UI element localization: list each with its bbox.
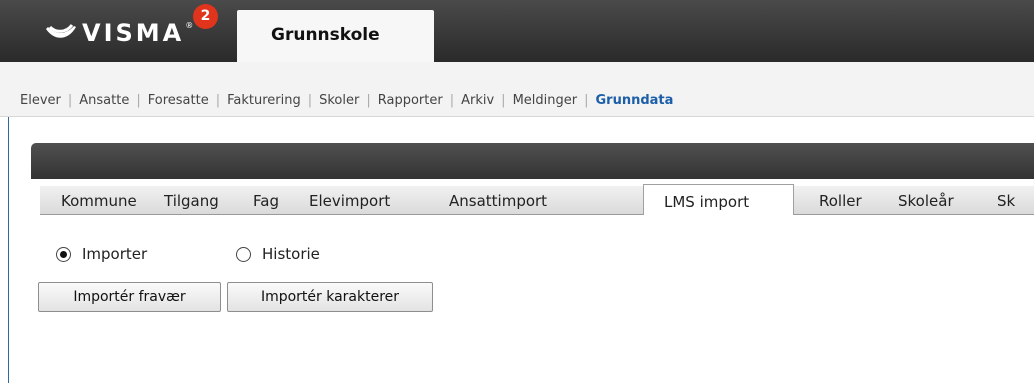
main-nav-separator: | [136,93,141,108]
main-nav-item-arkiv[interactable]: Arkiv [461,93,494,108]
main-nav-item-fakturering[interactable]: Fakturering [227,93,301,108]
import-absence-button[interactable]: Importér fravær [38,282,221,312]
visma-swoosh-icon [46,24,76,38]
app-tab-label: Grunnskole [271,25,380,45]
logo-registered-mark: ® [185,20,194,30]
main-nav-separator: | [67,93,73,108]
top-bar: VISMA ® 2 Grunnskole [0,0,1034,62]
section-header-bar [31,143,1034,179]
import-grades-button[interactable]: Importér karakterer [227,282,433,312]
app-tab-grunnskole[interactable]: Grunnskole [237,10,434,62]
tab-fag[interactable]: Fag [253,192,279,210]
main-nav-items: Elever | Ansatte | Foresatte | Fakturering | Sko… [20,93,673,108]
tab-sk[interactable]: Sk [997,192,1015,210]
radio-historie[interactable]: Historie [236,245,320,263]
main-nav-item-foresatte[interactable]: Foresatte [148,93,209,108]
main-nav-separator: | [501,93,506,108]
main-nav: Elever | Ansatte | Foresatte | Fakturering | Sko… [0,62,1034,117]
main-nav-item-meldinger[interactable]: Meldinger [513,93,578,108]
radio-historie-label: Historie [262,245,320,263]
radio-importer-label: Importer [82,245,148,263]
radio-importer-circle[interactable] [56,246,71,262]
notification-badge[interactable]: 2 [193,4,218,29]
tab-skolear[interactable]: Skoleår [898,192,954,210]
main-nav-separator: | [366,93,371,108]
radio-importer[interactable]: Importer [56,245,147,263]
tab-kommune[interactable]: Kommune [61,192,137,210]
radio-historie-circle[interactable] [236,246,251,262]
logo-text: VISMA [82,19,185,47]
main-nav-item-skoler[interactable]: Skoler [319,93,359,108]
tab-tilgang[interactable]: Tilgang [164,192,219,210]
tab-roller[interactable]: Roller [819,192,862,210]
tab-lms-import[interactable]: LMS import [643,184,794,215]
main-nav-item-grunndata[interactable]: Grunndata [595,93,673,108]
main-nav-item-elever[interactable]: Elever [20,93,61,108]
visma-logo[interactable]: VISMA ® [44,18,193,48]
main-nav-item-ansatte[interactable]: Ansatte [79,93,129,108]
sub-tab-bar: Kommune Tilgang Fag Elevimport Ansattimp… [40,186,1034,215]
tab-elevimport[interactable]: Elevimport [309,192,390,210]
tab-ansattimport[interactable]: Ansattimport [449,192,547,210]
main-nav-item-rapporter[interactable]: Rapporter [378,93,443,108]
main-nav-separator: | [307,93,313,108]
tab-lms-import-label: LMS import [664,193,750,211]
main-nav-separator: | [449,93,455,108]
main-nav-separator: | [215,93,221,108]
main-nav-separator: | [584,93,589,108]
